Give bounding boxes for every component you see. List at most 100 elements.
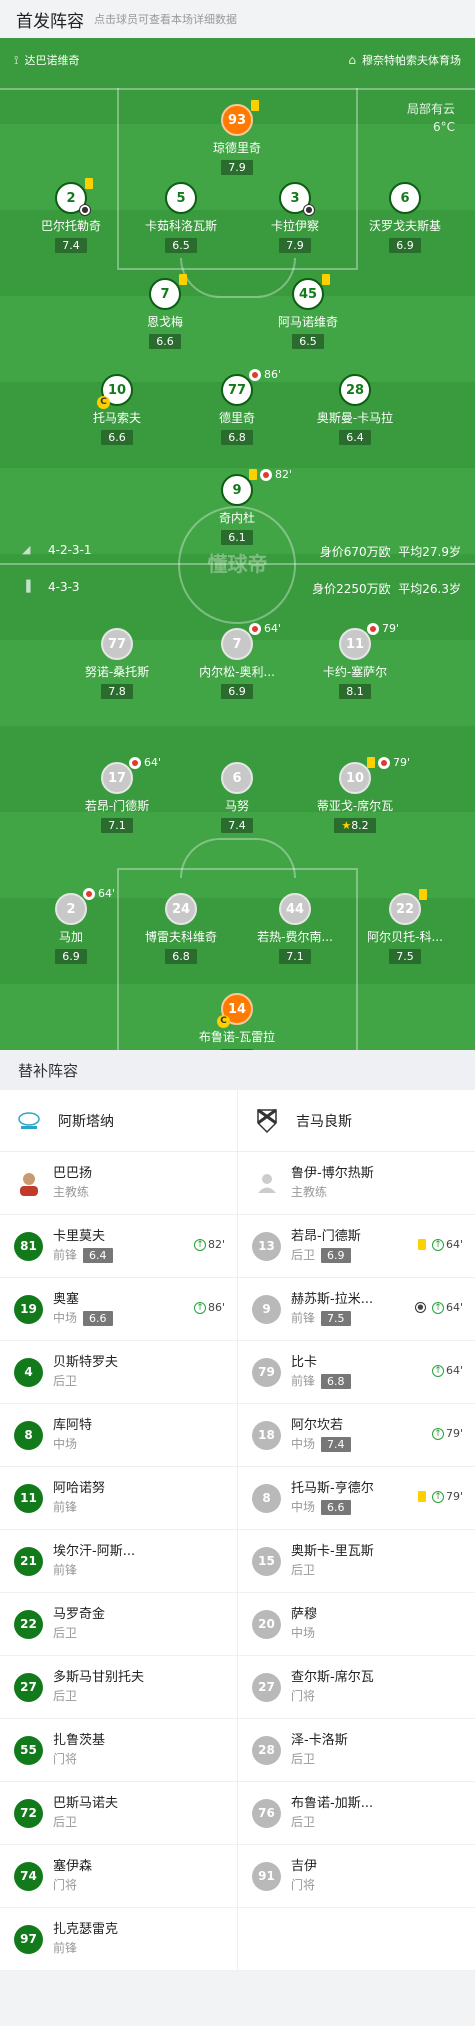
away-sub-player[interactable]: 27 查尔斯-席尔瓦 门将 (238, 1656, 475, 1718)
subs-row: 72 巴斯马诺夫 后卫 76 布鲁诺-加斯... 后卫 (0, 1782, 475, 1845)
away-player-3[interactable]: 64' 17 若昂-门德斯 7.1 (57, 756, 177, 833)
home-sub-player[interactable]: 27 多斯马甘别托夫 后卫 (0, 1656, 238, 1718)
sub-rating: 6.6 (321, 1499, 351, 1515)
away-sub-player[interactable]: 28 泽-卡洛斯 后卫 (238, 1719, 475, 1781)
away-player-4[interactable]: 6 马努 7.4 (177, 762, 297, 833)
player-rating: 6.8 (165, 949, 197, 964)
coach-avatar-placeholder-icon (252, 1169, 281, 1198)
home-sub-player[interactable]: 8 库阿特 中场 (0, 1404, 238, 1466)
home-sub-player[interactable]: 74 塞伊森 门将 (0, 1845, 238, 1907)
home-player-7[interactable]: 10 C 托马索夫 6.6 (57, 374, 177, 445)
home-player-1[interactable]: 2 ● 巴尔托勒奇 7.4 (11, 178, 131, 253)
home-sub-player[interactable]: 11 阿哈诺努 前锋 (0, 1467, 238, 1529)
home-player-5[interactable]: 7 恩戈梅 6.6 (105, 274, 225, 349)
sub-in-event: ↑ 79' (417, 1490, 463, 1503)
home-player-6[interactable]: 45 阿马诺维奇 6.5 (248, 274, 368, 349)
away-sub-player[interactable] (238, 1908, 475, 1970)
sub-out-icon (83, 887, 95, 900)
away-player-0[interactable]: 77 努诺-桑托斯 7.8 (57, 628, 177, 699)
sub-in-event: ↑ 79' (431, 1427, 463, 1440)
subs-row: 11 阿哈诺努 前锋 8 托马斯-亨德尔 中场 6.6 ↑ 79' (0, 1467, 475, 1530)
away-sub-player[interactable]: 8 托马斯-亨德尔 中场 6.6 ↑ 79' (238, 1467, 475, 1529)
home-sub-player[interactable]: 21 埃尔汗-阿斯... 前锋 (0, 1530, 238, 1592)
guimaraes-logo-icon (252, 1106, 282, 1136)
away-coach[interactable]: 鲁伊-博尔热斯 主教练 (238, 1152, 475, 1214)
sub-position: 后卫 (291, 1563, 316, 1577)
player-name: 巴尔托勒奇 (40, 219, 101, 233)
subs-home-team[interactable]: 阿斯塔纳 (0, 1090, 238, 1151)
away-sub-player[interactable]: 91 吉伊 门将 (238, 1845, 475, 1907)
home-player-8[interactable]: 86' 77 德里奇 6.8 (177, 368, 297, 445)
player-number: 77 (101, 628, 133, 660)
sub-out-indicator: 64' (129, 756, 161, 769)
home-player-9[interactable]: 28 奥斯曼-卡马拉 6.4 (295, 374, 415, 445)
away-sub-player[interactable]: 13 若昂-门德斯 后卫 6.9 ↑ 64' (238, 1215, 475, 1277)
away-sub-player[interactable]: 15 奥斯卡-里瓦斯 后卫 (238, 1530, 475, 1592)
yellow-card-icon (322, 274, 330, 285)
subs-row: 55 扎鲁茨基 门将 28 泽-卡洛斯 后卫 (0, 1719, 475, 1782)
sub-position: 门将 (291, 1878, 316, 1892)
away-player-7[interactable]: 24 博雷夫科维奇 6.8 (121, 893, 241, 964)
player-rating: 7.1 (279, 949, 311, 964)
away-player-2[interactable]: 79' 11 卡约-塞萨尔 8.1 (295, 622, 415, 699)
home-sub-player[interactable]: 97 扎克瑟雷克 前锋 (0, 1908, 238, 1970)
sub-position: 后卫 (53, 1626, 78, 1640)
player-name: 琼德里奇 (212, 141, 261, 155)
away-player-5[interactable]: 79' 10 蒂亚戈-席尔瓦 ★8.2 (295, 756, 415, 833)
away-sub-player[interactable]: 18 阿尔坎若 中场 7.4 ↑ 79' (238, 1404, 475, 1466)
home-player-2[interactable]: 5 卡茹科洛瓦斯 6.5 (121, 182, 241, 253)
sub-in-minute: 64' (445, 1301, 463, 1314)
sub-out-indicator: 79' (367, 622, 399, 635)
sub-name: 塞伊森 (53, 1859, 93, 1874)
home-player-3[interactable]: 3 ● 卡拉伊察 7.9 (235, 182, 355, 253)
goal-ball-icon: ● (414, 1302, 426, 1313)
sub-name: 扎克瑟雷克 (53, 1922, 119, 1937)
player-number: 44 (279, 893, 311, 925)
away-player-1[interactable]: 64' 7 内尔松-奥利... 6.9 (177, 622, 297, 699)
lineup-header: 首发阵容 点击球员可查看本场详细数据 (0, 0, 475, 38)
home-sub-player[interactable]: 81 卡里莫夫 前锋 6.4 ↑ 82' (0, 1215, 238, 1277)
home-sub-player[interactable]: 4 贝斯特罗夫 后卫 (0, 1341, 238, 1403)
away-player-10[interactable]: 14C布鲁诺-瓦雷拉6.6 (177, 993, 297, 1050)
away-sub-player[interactable]: 76 布鲁诺-加斯... 后卫 (238, 1782, 475, 1844)
away-player-9[interactable]: 22 阿尔贝托-科... 7.5 (345, 889, 465, 964)
away-sub-player[interactable]: 20 萨穆 中场 (238, 1593, 475, 1655)
subs-row: 22 马罗奇金 后卫 20 萨穆 中场 (0, 1593, 475, 1656)
sub-minute: 64' (144, 756, 162, 769)
sub-position: 后卫 (53, 1815, 78, 1829)
lineup-title: 首发阵容 (16, 11, 84, 32)
sub-in-event: ↑ 82' (193, 1238, 225, 1251)
home-sub-player[interactable]: 22 马罗奇金 后卫 (0, 1593, 238, 1655)
sub-name: 萨穆 (291, 1607, 318, 1622)
away-sub-player[interactable]: 9 赫苏斯-拉米... 前锋 7.5 ● ↑ 64' (238, 1278, 475, 1340)
sub-number: 9 (252, 1294, 281, 1324)
player-name: 卡茹科洛瓦斯 (144, 219, 217, 233)
player-name: 托马索夫 (92, 411, 141, 425)
player-rating: 6.9 (221, 684, 253, 699)
away-player-6[interactable]: 64' 2 马加 6.9 (11, 887, 131, 964)
home-coach[interactable]: 巴巴扬 主教练 (0, 1152, 238, 1214)
pitch: ⟟ 达巴诺维奇 ⌂ 穆奈特帕索夫体育场 局部有云 6°C ◢ 4-2-3-1 身价67… (0, 38, 475, 1050)
yellow-card-icon (85, 178, 93, 189)
player-number: 9 (221, 474, 253, 506)
sub-in-minute: 64' (445, 1238, 463, 1251)
sub-number: 28 (252, 1735, 281, 1765)
player-rating: 6.9 (55, 949, 87, 964)
away-player-8[interactable]: 44 若热-费尔南... 7.1 (235, 893, 355, 964)
sub-number: 19 (14, 1294, 43, 1324)
away-sub-player[interactable]: 79 比卡 前锋 6.8 ↑ 64' (238, 1341, 475, 1403)
home-sub-player[interactable]: 55 扎鲁茨基 门将 (0, 1719, 238, 1781)
sub-in-icon: ↑ (193, 1238, 206, 1251)
home-player-4[interactable]: 6 沃罗戈夫斯基 6.9 (345, 182, 465, 253)
home-sub-player[interactable]: 19 奥塞 中场 6.6 ↑ 86' (0, 1278, 238, 1340)
player-name: 奇内杜 (218, 511, 255, 525)
home-player-10[interactable]: 82' 9 奇内杜 6.1 (177, 468, 297, 545)
home-player-0[interactable]: 93 琼德里奇 7.9 (177, 100, 297, 175)
sub-rating: 6.9 (321, 1247, 351, 1263)
sub-in-icon: ↑ (431, 1490, 444, 1503)
sub-out-icon (129, 756, 141, 769)
home-sub-player[interactable]: 72 巴斯马诺夫 后卫 (0, 1782, 238, 1844)
subs-away-team[interactable]: 吉马良斯 (238, 1090, 475, 1151)
sub-position: 后卫 (291, 1752, 316, 1766)
sub-name: 多斯马甘别托夫 (53, 1670, 145, 1685)
